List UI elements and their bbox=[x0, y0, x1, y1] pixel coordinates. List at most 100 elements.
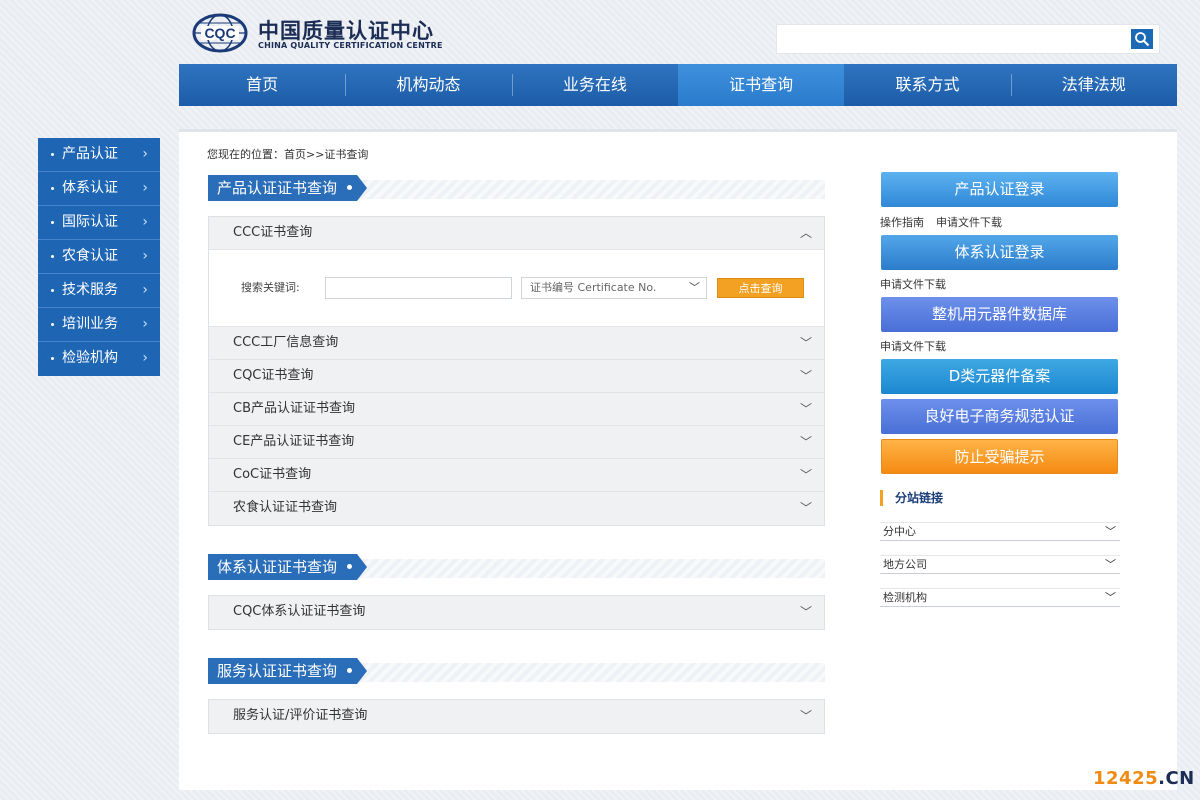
accordion-item[interactable]: CCC工厂信息查询 ﹀ bbox=[209, 327, 824, 360]
chevron-down-icon: ﹀ bbox=[799, 501, 812, 515]
sidebar-item-tech-service[interactable]: 技术服务 › bbox=[38, 274, 160, 308]
section-title-stripe bbox=[348, 663, 825, 682]
section-title-tab: 体系认证证书查询 bbox=[208, 554, 367, 580]
sidebar-item-training[interactable]: 培训业务 › bbox=[38, 308, 160, 342]
chevron-down-icon: ﹀ bbox=[799, 468, 812, 482]
site-search bbox=[776, 24, 1160, 54]
product-login-links: 操作指南 申请文件下载 bbox=[880, 214, 1002, 230]
branch-links-title: 分站链接 bbox=[880, 490, 943, 506]
section-title-tab: 产品认证证书查询 bbox=[208, 175, 367, 201]
chevron-right-icon: › bbox=[142, 180, 148, 196]
bullet-icon bbox=[51, 357, 54, 360]
database-links: 申请文件下载 bbox=[880, 338, 946, 354]
nav-business-online[interactable]: 业务在线 bbox=[511, 64, 678, 106]
chevron-down-icon: ﹀ bbox=[799, 369, 812, 383]
section-title-tab: 服务认证证书查询 bbox=[208, 658, 367, 684]
section-title-stripe bbox=[348, 559, 825, 578]
download-link[interactable]: 申请文件下载 bbox=[880, 340, 946, 353]
component-database-button[interactable]: 整机用元器件数据库 bbox=[881, 297, 1118, 332]
query-type-select[interactable]: 证书编号 Certificate No. ﹀ bbox=[521, 277, 707, 299]
sidebar-item-label: 农食认证 bbox=[62, 248, 118, 264]
sidebar-item-label: 产品认证 bbox=[62, 146, 118, 162]
chevron-right-icon: › bbox=[142, 248, 148, 264]
accordion-item[interactable]: CQC体系认证证书查询 ﹀ bbox=[209, 596, 824, 629]
accordion-item[interactable]: CE产品认证证书查询 ﹀ bbox=[209, 426, 824, 459]
breadcrumb: 您现在的位置：首页>>证书查询 bbox=[207, 148, 369, 161]
sidebar-item-label: 国际认证 bbox=[62, 214, 118, 230]
dot-icon bbox=[347, 668, 352, 673]
nav-news[interactable]: 机构动态 bbox=[345, 64, 511, 106]
branch-center-select[interactable]: 分中心 ﹀ bbox=[880, 522, 1120, 541]
chevron-down-icon: ﹀ bbox=[1105, 525, 1116, 538]
sidebar-item-product-cert[interactable]: 产品认证 › bbox=[38, 138, 160, 172]
dot-icon bbox=[347, 564, 352, 569]
download-link[interactable]: 申请文件下载 bbox=[936, 216, 1002, 229]
chevron-right-icon: › bbox=[142, 282, 148, 298]
fraud-warning-button[interactable]: 防止受骗提示 bbox=[881, 439, 1118, 474]
ecommerce-cert-button[interactable]: 良好电子商务规范认证 bbox=[881, 399, 1118, 434]
sidebar-item-label: 体系认证 bbox=[62, 180, 118, 196]
search-icon bbox=[1135, 32, 1150, 47]
chevron-right-icon: › bbox=[142, 214, 148, 230]
chevron-down-icon: ﹀ bbox=[799, 402, 812, 416]
ccc-query-form: 搜索关键词: 证书编号 Certificate No. ﹀ 点击查询 bbox=[209, 250, 824, 327]
sidebar-item-inspection[interactable]: 检验机构 › bbox=[38, 342, 160, 376]
local-company-select[interactable]: 地方公司 ﹀ bbox=[880, 555, 1120, 574]
chevron-right-icon: › bbox=[142, 350, 148, 366]
accordion-item[interactable]: CQC证书查询 ﹀ bbox=[209, 360, 824, 393]
section-title-stripe bbox=[348, 180, 825, 199]
nav-laws[interactable]: 法律法规 bbox=[1010, 64, 1177, 106]
system-login-links: 申请文件下载 bbox=[880, 276, 946, 292]
nav-certificate-query[interactable]: 证书查询 bbox=[677, 64, 845, 106]
chevron-right-icon: › bbox=[142, 146, 148, 162]
nav-home[interactable]: 首页 bbox=[179, 64, 345, 106]
keyword-input[interactable] bbox=[325, 277, 512, 299]
search-input[interactable] bbox=[783, 30, 1123, 48]
sidebar-item-agri-food-cert[interactable]: 农食认证 › bbox=[38, 240, 160, 274]
cqc-logo[interactable]: CQC 中国质量认证中心 CHINA QUALITY CERTIFICATION… bbox=[192, 13, 442, 55]
download-link[interactable]: 申请文件下载 bbox=[880, 278, 946, 291]
accordion-item[interactable]: 服务认证/评价证书查询 ﹀ bbox=[209, 700, 824, 733]
bullet-icon bbox=[51, 255, 54, 258]
cqc-globe-icon: CQC bbox=[192, 13, 248, 53]
chevron-down-icon: ﹀ bbox=[1105, 558, 1116, 571]
system-cert-login-button[interactable]: 体系认证登录 bbox=[881, 235, 1118, 270]
bullet-icon bbox=[51, 221, 54, 224]
chevron-down-icon: ﹀ bbox=[689, 281, 700, 294]
bullet-icon bbox=[51, 323, 54, 326]
sidebar-item-intl-cert[interactable]: 国际认证 › bbox=[38, 206, 160, 240]
bullet-icon bbox=[51, 289, 54, 292]
product-cert-login-button[interactable]: 产品认证登录 bbox=[881, 172, 1118, 207]
bullet-icon bbox=[51, 153, 54, 156]
service-query-accordion: 服务认证/评价证书查询 ﹀ bbox=[208, 699, 825, 734]
dot-icon bbox=[347, 185, 352, 190]
section-title-system: 体系认证证书查询 bbox=[208, 554, 825, 580]
d-class-component-button[interactable]: D类元器件备案 bbox=[881, 359, 1118, 394]
sidebar-item-label: 培训业务 bbox=[62, 316, 118, 332]
keyword-label: 搜索关键词: bbox=[241, 281, 300, 294]
query-button[interactable]: 点击查询 bbox=[717, 278, 804, 298]
chevron-right-icon: › bbox=[142, 316, 148, 332]
accordion-item[interactable]: CB产品认证证书查询 ﹀ bbox=[209, 393, 824, 426]
chevron-down-icon: ﹀ bbox=[1105, 591, 1116, 604]
accordion-item[interactable]: CoC证书查询 ﹀ bbox=[209, 459, 824, 492]
search-button[interactable] bbox=[1131, 29, 1153, 49]
guide-link[interactable]: 操作指南 bbox=[880, 216, 924, 229]
svg-text:CQC: CQC bbox=[204, 25, 235, 41]
testing-agency-select[interactable]: 检测机构 ﹀ bbox=[880, 588, 1120, 607]
chevron-up-icon: ︿ bbox=[799, 226, 812, 240]
brand-name-en: CHINA QUALITY CERTIFICATION CENTRE bbox=[258, 41, 443, 50]
chevron-down-icon: ﹀ bbox=[799, 709, 812, 723]
bullet-icon bbox=[51, 187, 54, 190]
section-title-product: 产品认证证书查询 bbox=[208, 175, 825, 201]
nav-contact[interactable]: 联系方式 bbox=[844, 64, 1010, 106]
sidebar-item-label: 技术服务 bbox=[62, 282, 118, 298]
sidebar-item-label: 检验机构 bbox=[62, 350, 118, 366]
sidebar: 产品认证 › 体系认证 › 国际认证 › 农食认证 › 技术服务 › 培训业务 › 检验机构… bbox=[38, 138, 160, 376]
accordion-item[interactable]: 农食认证证书查询 ﹀ bbox=[209, 492, 824, 525]
accordion-header-ccc[interactable]: CCC证书查询 ︿ bbox=[209, 217, 824, 250]
product-query-accordion: CCC证书查询 ︿ 搜索关键词: 证书编号 Certificate No. ﹀ 点击… bbox=[208, 216, 825, 526]
sidebar-item-system-cert[interactable]: 体系认证 › bbox=[38, 172, 160, 206]
section-title-service: 服务认证证书查询 bbox=[208, 658, 825, 684]
chevron-down-icon: ﹀ bbox=[799, 435, 812, 449]
